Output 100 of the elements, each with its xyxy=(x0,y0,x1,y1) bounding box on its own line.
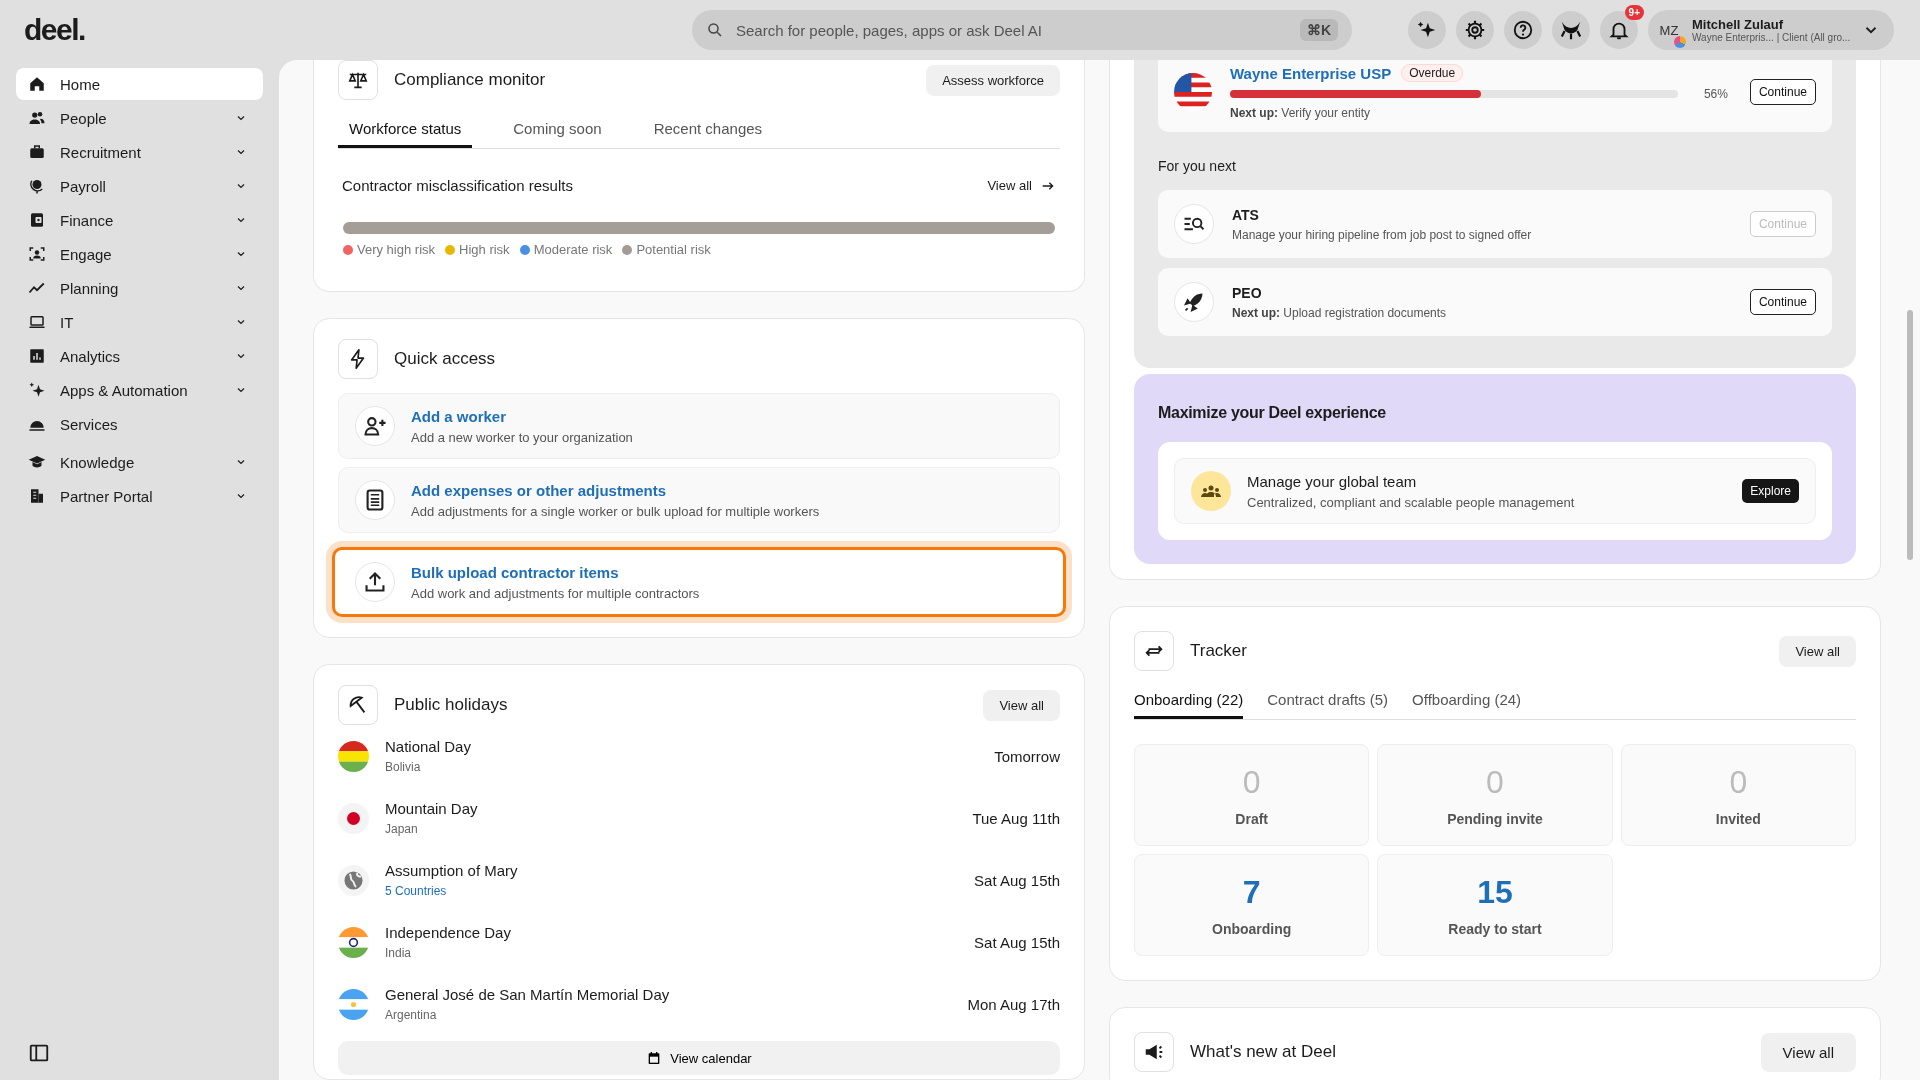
tab[interactable]: Onboarding (22) xyxy=(1134,683,1244,719)
countries-link[interactable]: 5 Countries xyxy=(385,884,959,898)
view-calendar-button[interactable]: View calendar xyxy=(338,1041,1060,1075)
promo-card-title: Manage your global team xyxy=(1247,472,1418,490)
bar-chart-icon xyxy=(28,347,46,365)
umbrella-icon xyxy=(338,685,378,725)
explore-button[interactable]: Explore xyxy=(1742,479,1799,503)
holiday-country: Bolivia xyxy=(385,760,422,774)
globe-icon xyxy=(338,864,369,896)
stat-value: 7 xyxy=(1242,873,1261,911)
flag-icon xyxy=(338,988,369,1020)
people-icon xyxy=(28,109,46,127)
stat-value: 0 xyxy=(1242,763,1261,801)
action-description: Add adjustments for a single worker or bulk upload for multiple workers xyxy=(411,503,821,519)
quick-action[interactable]: Add expenses or other adjustments Add adjustments for a single worker or bulk upload for multiple workers xyxy=(338,467,1060,533)
rocket-icon xyxy=(1174,282,1214,322)
megaphone-icon xyxy=(1134,1032,1174,1072)
holiday-date: Sat Aug 15th xyxy=(974,933,1060,951)
settings-button[interactable] xyxy=(1456,11,1494,49)
logo[interactable]: deel. xyxy=(24,13,692,47)
view-all-button[interactable]: View all xyxy=(1779,635,1856,667)
sidebar-item[interactable]: People xyxy=(16,102,263,134)
scrollbar-thumb[interactable] xyxy=(1907,310,1913,560)
add-person-icon xyxy=(355,406,395,446)
quick-action[interactable]: Add a worker Add a new worker to your organization xyxy=(338,393,1060,459)
stat-tile[interactable]: 0 Draft xyxy=(1134,744,1370,846)
tab[interactable]: Coming soon xyxy=(502,112,613,148)
stat-tile[interactable]: 7 Onboarding xyxy=(1134,854,1370,956)
stat-label: Invited xyxy=(1715,810,1761,827)
legend-label: Potential risk xyxy=(636,242,711,257)
view-all-link[interactable]: View all xyxy=(987,177,1056,194)
stat-label: Pending invite xyxy=(1447,810,1543,827)
lightning-icon xyxy=(338,339,378,379)
sidebar-item[interactable]: Analytics xyxy=(16,340,263,372)
building-icon xyxy=(28,487,46,505)
tab[interactable]: Workforce status xyxy=(338,112,473,148)
continue-button[interactable]: Continue xyxy=(1749,79,1816,105)
sidebar-item[interactable]: Payroll xyxy=(16,170,263,202)
promo-card-text: Centralized, compliant and scalable people management xyxy=(1247,494,1576,510)
product-description: Next up: Upload registration documents xyxy=(1232,305,1448,320)
sidebar-toggle-icon[interactable] xyxy=(28,1042,50,1064)
stat-label: Draft xyxy=(1235,810,1268,827)
continue-button[interactable]: Continue xyxy=(1749,289,1816,315)
sidebar-item[interactable]: Recruitment xyxy=(16,136,263,168)
compliance-card: Compliance monitor Assess workforce Workforce status Coming soon Recent changes Contractor misclassification results View all Very high risk High risk Moderate risk Potential risk xyxy=(313,60,1085,292)
help-button[interactable] xyxy=(1504,11,1542,49)
help-icon xyxy=(1512,19,1534,41)
group-icon xyxy=(1191,471,1231,511)
sidebar-item[interactable]: Apps & Automation xyxy=(16,374,263,406)
card-title: Tracker xyxy=(1190,641,1248,661)
holiday-name: Assumption of Mary xyxy=(385,862,519,879)
sidebar-item[interactable]: Knowledge xyxy=(16,446,263,478)
holiday-country: Argentina xyxy=(385,1008,438,1022)
stat-tile[interactable]: 0 Invited xyxy=(1620,744,1856,846)
sidebar-item[interactable]: Services xyxy=(16,408,263,440)
legend-label: Very high risk xyxy=(357,242,436,257)
closed-eye-button[interactable] xyxy=(1552,11,1590,49)
sidebar-item[interactable]: Finance xyxy=(16,204,263,236)
holiday-name: Mountain Day xyxy=(385,800,479,817)
tab[interactable]: Recent changes xyxy=(642,112,774,148)
stat-label: Onboarding xyxy=(1212,920,1292,937)
holiday-date: Sat Aug 15th xyxy=(974,871,1060,889)
scale-icon xyxy=(338,60,378,100)
action-description: Add a new worker to your organization xyxy=(411,429,634,445)
search-icon xyxy=(706,21,724,39)
holiday-name: National Day xyxy=(385,738,472,755)
product-title: PEO xyxy=(1232,284,1263,301)
holiday-country: India xyxy=(385,946,413,960)
sidebar-item[interactable]: Planning xyxy=(16,272,263,304)
sidebar-item[interactable]: IT xyxy=(16,306,263,338)
action-title: Bulk upload contractor items xyxy=(411,563,620,581)
swap-arrows-icon xyxy=(1134,631,1174,671)
tab[interactable]: Contract drafts (5) xyxy=(1267,683,1389,719)
section-title: For you next xyxy=(1158,158,1237,174)
tab[interactable]: Offboarding (24) xyxy=(1412,683,1522,719)
stat-tile[interactable]: 0 Pending invite xyxy=(1377,744,1613,846)
sidebar-item[interactable]: Home xyxy=(16,68,263,100)
sparkle-button[interactable] xyxy=(1408,11,1446,49)
next-step-text: Next up: Verify your entity xyxy=(1230,106,1372,120)
assess-workforce-button[interactable]: Assess workforce xyxy=(926,64,1060,96)
stat-value: 15 xyxy=(1477,873,1513,911)
search-list-icon xyxy=(1174,204,1214,244)
stat-tile[interactable]: 15 Ready to start xyxy=(1377,854,1613,956)
action-title: Add expenses or other adjustments xyxy=(411,481,668,499)
user-organization: Wayne Enterpris... | Client (All gro... xyxy=(1692,32,1852,43)
holiday-date: Tue Aug 11th xyxy=(972,809,1060,827)
legend-label: Moderate risk xyxy=(533,242,613,257)
user-menu[interactable]: MZ Mitchell Zulauf Wayne Enterpris... | Client (All gro... xyxy=(1648,10,1894,50)
status-badge: Overdue xyxy=(1401,64,1464,82)
sidebar-item[interactable]: Engage xyxy=(16,238,263,270)
sidebar-item[interactable]: Partner Portal xyxy=(16,480,263,512)
entity-link[interactable]: Wayne Enterprise USP xyxy=(1230,64,1392,82)
card-title: Quick access xyxy=(394,349,497,369)
stat-label: Ready to start xyxy=(1448,920,1542,937)
product-description: Manage your hiring pipeline from job post to signed offer xyxy=(1232,227,1533,242)
settings-icon xyxy=(1464,19,1486,41)
view-all-button[interactable]: View all xyxy=(983,689,1060,721)
promo-title: Maximize your Deel experience xyxy=(1158,404,1387,422)
view-all-button[interactable]: View all xyxy=(1760,1032,1856,1072)
sparkle-icon xyxy=(28,381,46,399)
